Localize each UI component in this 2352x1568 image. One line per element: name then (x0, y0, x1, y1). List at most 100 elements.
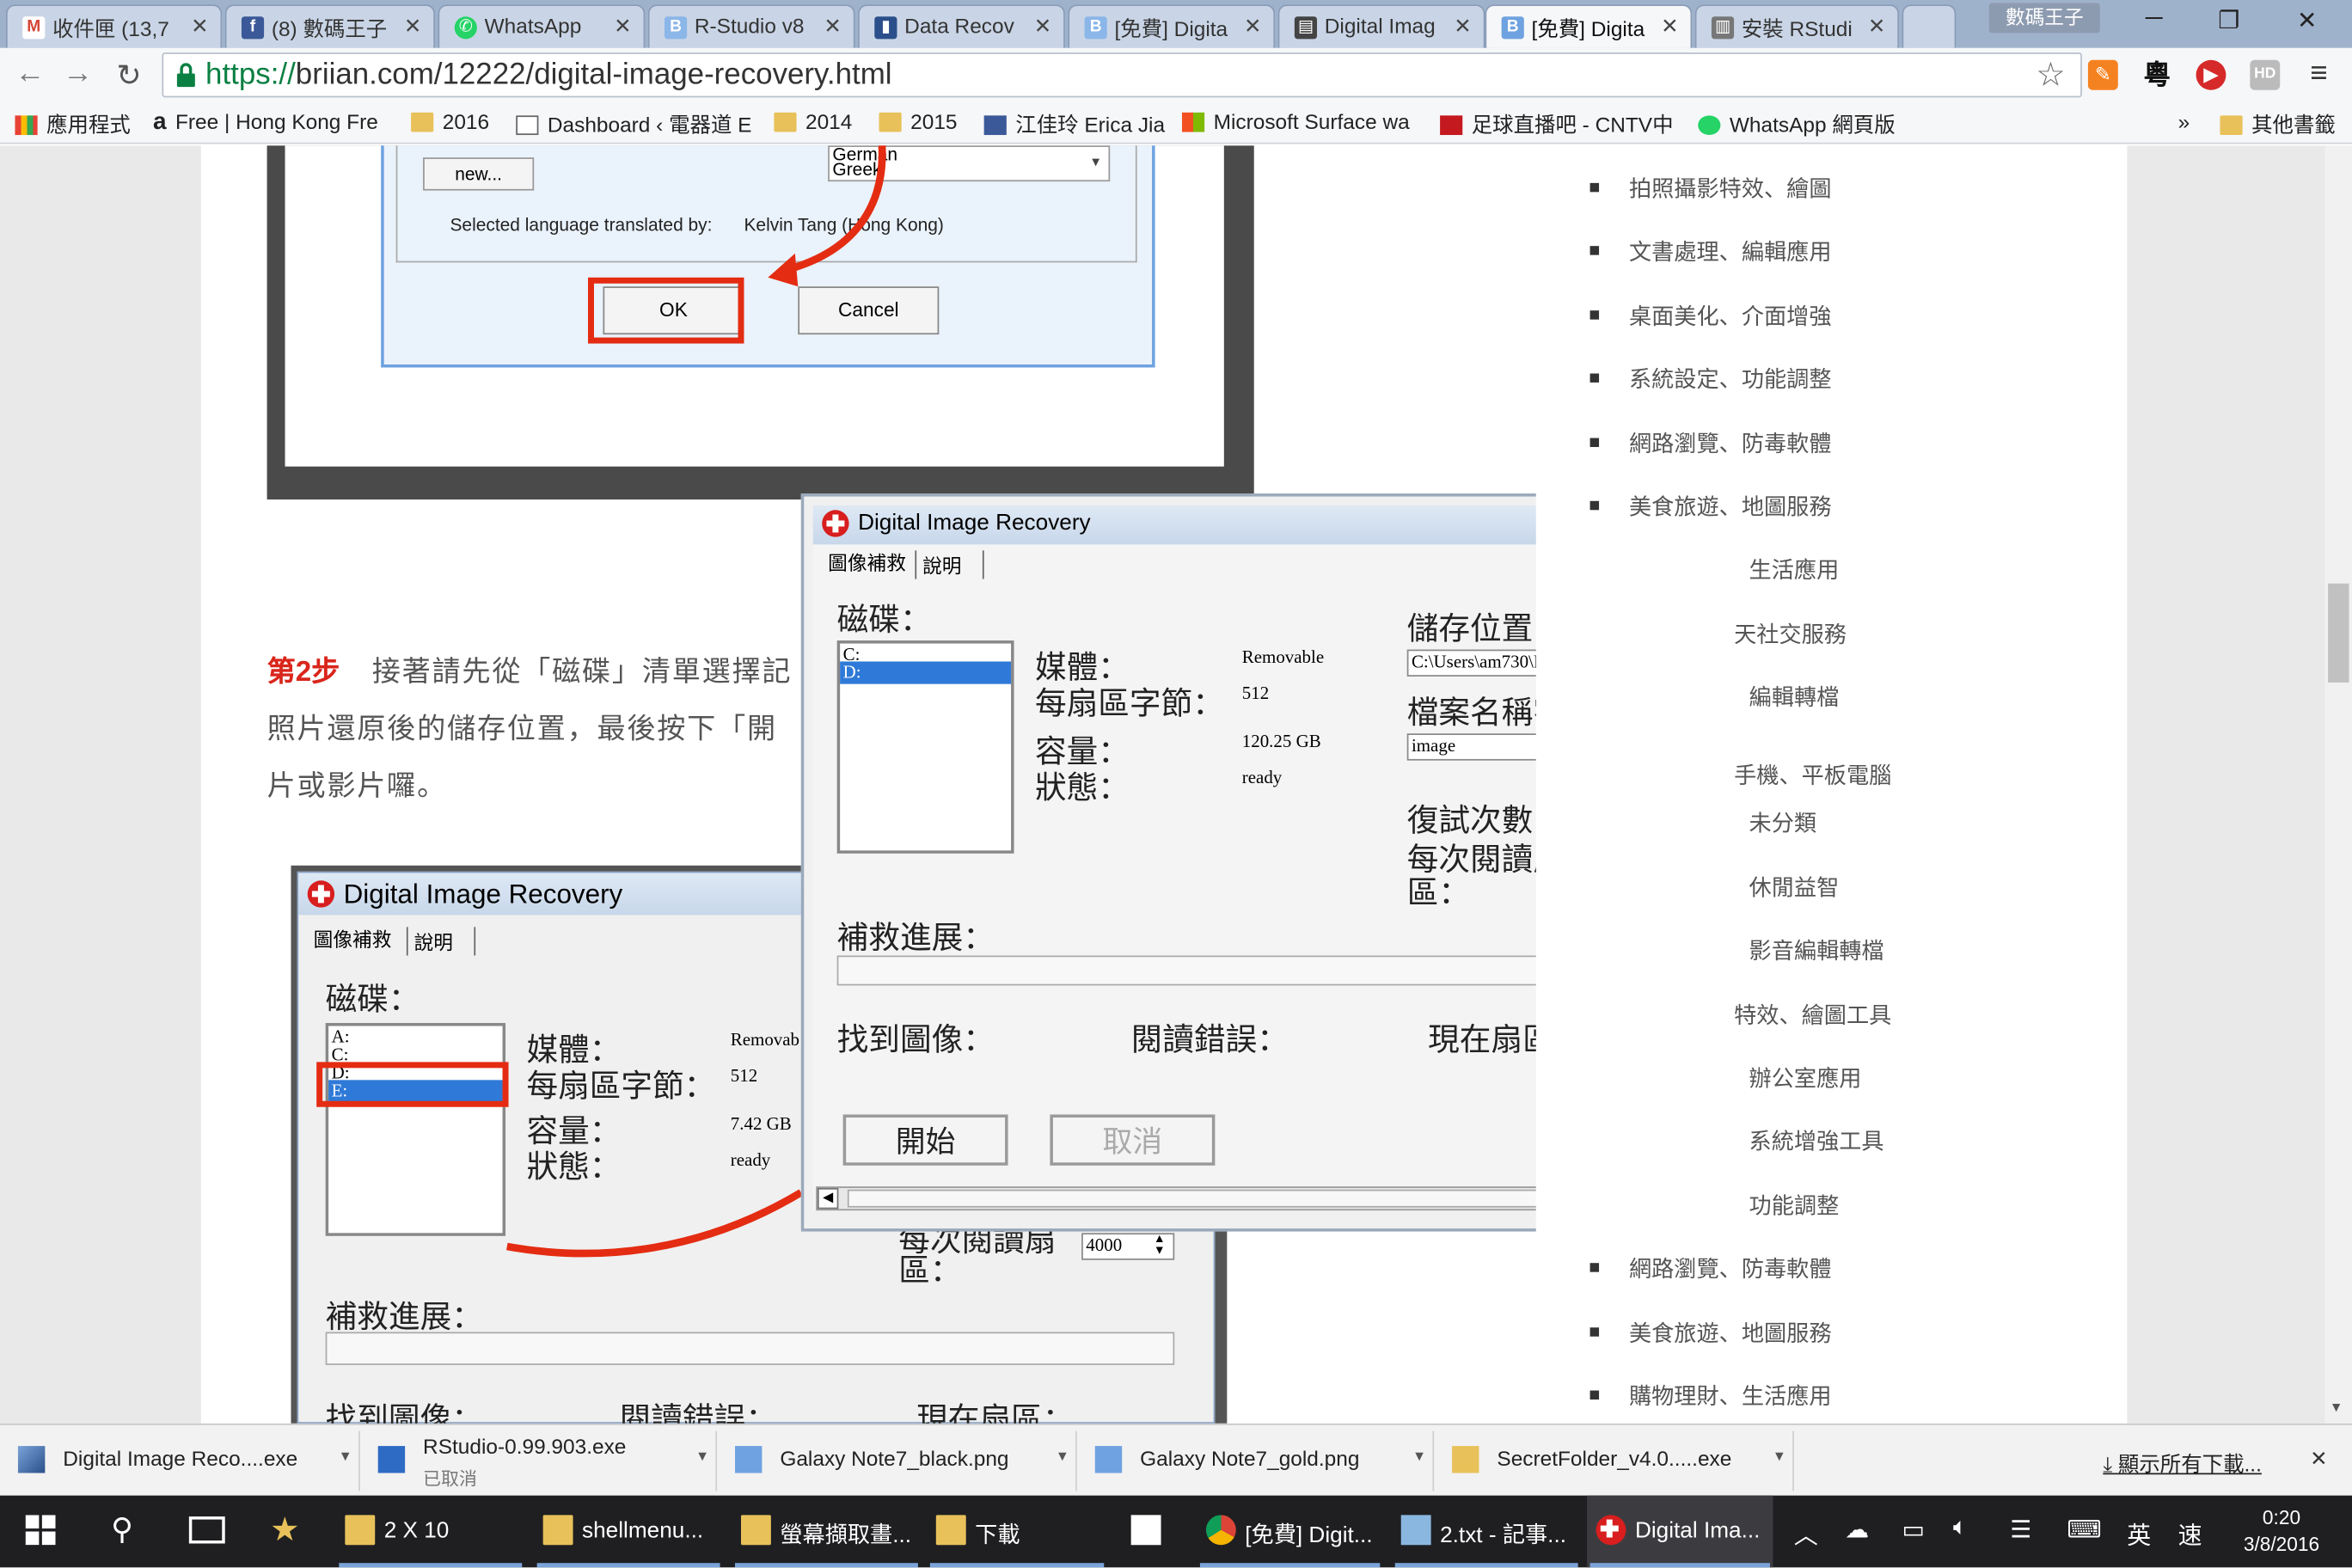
close-icon[interactable]: ✕ (1034, 14, 1051, 40)
sidebar-category-link[interactable]: 編輯轉檔 (1749, 681, 1840, 713)
chevron-down-icon[interactable]: ▾ (1092, 155, 1099, 171)
tab-gmail[interactable]: M 收件匣 (13,7 ✕ (5, 4, 223, 48)
onedrive-icon[interactable]: ☁ (1845, 1515, 1869, 1545)
taskbar-item[interactable]: 螢幕擷取畫... (732, 1496, 922, 1568)
taskbar-item[interactable]: [免費] Digit... (1197, 1496, 1382, 1568)
scroll-down-icon[interactable]: ▼ (2330, 1400, 2343, 1414)
ime-language[interactable]: 英 (2127, 1515, 2151, 1551)
taskbar-item[interactable]: shellmenu... (534, 1496, 723, 1568)
close-icon[interactable]: ✕ (1868, 14, 1885, 40)
tab-data-recovery[interactable]: ▮ Data Recov ✕ (858, 4, 1065, 48)
start-button[interactable]: 開始 (842, 1114, 1008, 1166)
bookmark-microsoft-surface[interactable]: Microsoft Surface wa (1181, 109, 1410, 133)
taskbar-item[interactable]: 2.txt - 記事... (1392, 1496, 1581, 1568)
chevron-down-icon[interactable]: ▾ (1415, 1446, 1424, 1466)
sidebar-category-link[interactable]: 系統設定、功能調整 (1629, 363, 1832, 395)
taskbar-store[interactable] (1116, 1496, 1188, 1568)
sidebar-category-link[interactable]: 手機、平板電腦 (1734, 759, 1891, 791)
tab-rstudio[interactable]: B R-Studio v8 ✕ (647, 4, 855, 48)
new-tab-button[interactable] (1902, 4, 1957, 48)
drive-list[interactable]: A: C: D: E: (325, 1023, 506, 1236)
taskbar-item[interactable]: 下載 (927, 1496, 1106, 1568)
sidebar-category-link[interactable]: 美食旅遊、地圖服務 (1629, 491, 1832, 523)
bookmark-apps[interactable]: 應用程式 (15, 109, 131, 139)
bookmark-erica-jia[interactable]: 江佳玲 Erica Jia (983, 109, 1165, 139)
chevron-down-icon[interactable]: ▾ (341, 1446, 350, 1466)
close-icon[interactable]: ✕ (1244, 14, 1261, 40)
sidebar-category-link[interactable]: 休閒益智 (1749, 872, 1840, 903)
tab-free-digital-active[interactable]: B [免費] Digita ✕ (1485, 4, 1693, 48)
extension-icon[interactable]: ✎ (2087, 59, 2118, 90)
restore-icon[interactable]: ❐ (2199, 6, 2259, 36)
cantonese-extension-icon[interactable]: 粵 (2142, 60, 2172, 90)
close-icon[interactable]: ✕ (1661, 14, 1678, 40)
bookmark-2014[interactable]: 2014 (774, 109, 852, 133)
bookmark-whatsapp-web[interactable]: WhatsApp 網頁版 (1698, 109, 1896, 139)
close-icon[interactable]: ✕ (191, 14, 208, 40)
record-extension-icon[interactable]: ▶ (2196, 59, 2226, 90)
page-scrollbar-thumb[interactable] (2328, 583, 2349, 683)
bookmark-free-hk[interactable]: a Free | Hong Kong Fre (153, 109, 378, 135)
download-item[interactable]: SecretFolder_v4.0.....exe ▾ (1434, 1430, 1794, 1491)
sidebar-category-link[interactable]: 影音編輯轉檔 (1749, 934, 1884, 966)
scroll-left-icon[interactable]: ◀ (817, 1187, 839, 1210)
taskbar-item[interactable]: 2 X 10 (336, 1496, 525, 1568)
sidebar-category-link[interactable]: 生活應用 (1749, 554, 1840, 585)
sidebar-category-link[interactable]: 桌面美化、介面增強 (1629, 300, 1832, 332)
chevron-down-icon[interactable]: ▾ (698, 1446, 707, 1466)
tab-image-recovery[interactable]: 圖像補救 (314, 924, 392, 952)
page-scrollbar[interactable] (2324, 145, 2352, 1424)
tab-free-digital-1[interactable]: B [免費] Digita ✕ (1068, 4, 1276, 48)
bookmark-2015[interactable]: 2015 (879, 109, 958, 133)
download-item[interactable]: Digital Image Reco....exe ▾ (0, 1430, 360, 1491)
search-button[interactable]: ⚲ (90, 1496, 162, 1568)
start-button[interactable] (0, 1496, 81, 1568)
profile-button[interactable]: 數碼王子 (1988, 3, 2100, 34)
sidebar-category-link[interactable]: 未分類 (1749, 807, 1817, 839)
battery-icon[interactable]: ▭ (1902, 1515, 1925, 1545)
minimize-icon[interactable]: ─ (2124, 6, 2184, 33)
close-icon[interactable]: ✕ (404, 14, 421, 40)
new-language-button[interactable]: new... (423, 157, 535, 191)
download-item[interactable]: RStudio-0.99.903.exe 已取消 ▾ (360, 1430, 718, 1491)
tray-expand-icon[interactable]: ︿ (1794, 1515, 1818, 1551)
tab-whatsapp[interactable]: ✆ WhatsApp ✕ (438, 4, 646, 48)
cancel-recovery-button[interactable]: 取消 (1050, 1114, 1216, 1166)
drive-list[interactable]: C: D: (836, 640, 1014, 854)
clock[interactable]: 0:20 3/8/2016 (2232, 1504, 2331, 1559)
hd-extension-icon[interactable]: HD (2250, 59, 2281, 90)
menu-icon[interactable]: ≡ (2304, 58, 2334, 90)
tab-digital-image[interactable]: ▤ Digital Imag ✕ (1277, 4, 1485, 48)
tab-help[interactable]: 說明 (406, 927, 476, 956)
spinner-icon[interactable]: ▲▼ (1154, 1232, 1166, 1257)
sidebar-category-link[interactable]: 拍照攝影特效、繪圖 (1629, 173, 1832, 205)
bookmark-dashboard[interactable]: Dashboard ‹ 電器道 E (516, 109, 751, 139)
download-item[interactable]: Galaxy Note7_black.png ▾ (717, 1430, 1077, 1491)
reload-icon[interactable]: ↻ (111, 57, 147, 95)
chevron-down-icon[interactable]: ▾ (1058, 1446, 1067, 1466)
taskbar-item-active[interactable]: Digital Ima... (1587, 1495, 1773, 1568)
close-icon[interactable]: ✕ (2310, 1446, 2327, 1472)
bookmark-cntv[interactable]: 足球直播吧 - CNTV中 (1440, 109, 1674, 139)
address-bar[interactable]: https://briian.com/12222/digital-image-r… (162, 52, 2082, 98)
sidebar-category-link[interactable]: 網路瀏覽、防毒軟體 (1629, 427, 1832, 459)
sidebar-category-link[interactable]: 系統增強工具 (1749, 1125, 1884, 1157)
bookmarks-overflow[interactable]: » (2178, 109, 2190, 133)
list-item-selected[interactable]: D: (840, 661, 1012, 684)
tab-help[interactable]: 說明 (915, 550, 984, 579)
sidebar-category-link[interactable]: 辦公室應用 (1749, 1062, 1862, 1093)
sidebar-category-link[interactable]: 特效、繪圖工具 (1734, 999, 1891, 1031)
sidebar-category-link[interactable]: 功能調整 (1749, 1190, 1840, 1222)
download-item[interactable]: Galaxy Note7_gold.png ▾ (1077, 1430, 1435, 1491)
pinned-app[interactable]: ★ (252, 1496, 324, 1568)
volume-icon[interactable]: 🔈︎ (1953, 1515, 1968, 1541)
ime-mode[interactable]: 速 (2178, 1515, 2202, 1551)
close-window-icon[interactable]: ✕ (2277, 6, 2337, 36)
task-view-button[interactable] (171, 1496, 243, 1568)
back-icon[interactable]: ← (12, 57, 48, 91)
notifications-icon[interactable]: ☰ (2010, 1515, 2031, 1545)
bookmark-2016[interactable]: 2016 (411, 109, 489, 133)
sidebar-category-link[interactable]: 天社交服務 (1734, 618, 1847, 650)
sidebar-category-link[interactable]: 網路瀏覽、防毒軟體 (1629, 1253, 1832, 1284)
tab-image-recovery[interactable]: 圖像補救 (828, 548, 906, 576)
